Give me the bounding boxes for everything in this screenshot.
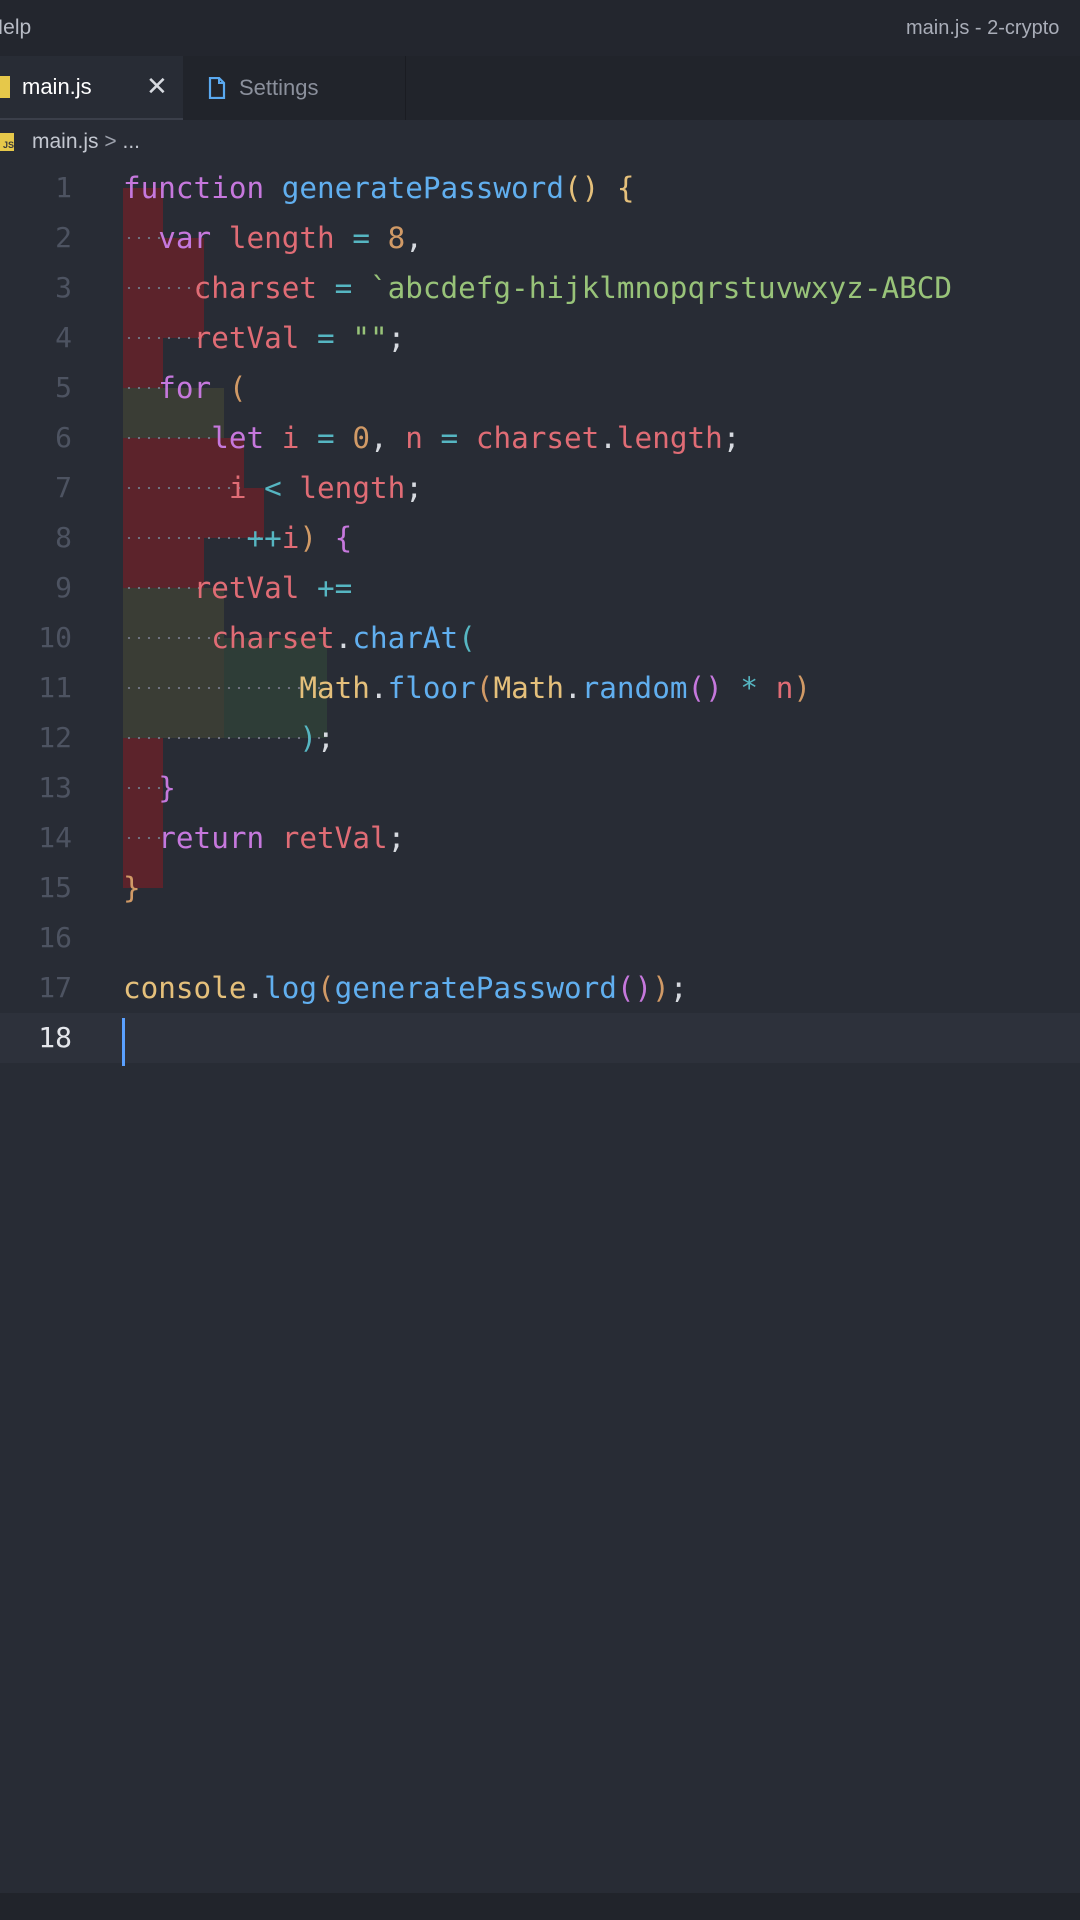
- line-number: 10: [38, 621, 72, 654]
- code-line: 10 charset.charAt(: [0, 613, 1080, 663]
- code-line: 5 for (: [0, 363, 1080, 413]
- code-line: 6 let i = 0, n = charset.length;: [0, 413, 1080, 463]
- code-text: return retVal;: [158, 821, 406, 855]
- line-number: 8: [55, 521, 72, 554]
- code-line: 2 var length = 8,: [0, 213, 1080, 263]
- tab-settings[interactable]: Settings: [183, 56, 406, 120]
- code-line: 12 );: [0, 713, 1080, 763]
- window-title: main.js - 2-crypto: [906, 17, 1060, 39]
- line-number: 5: [55, 371, 72, 404]
- code-text: charset = `abcdefg-hijklmnopqrstuvwxyz-A…: [193, 271, 953, 305]
- code-text: retVal +=: [193, 571, 353, 605]
- status-bar: [0, 1893, 1080, 1920]
- line-number: 1: [55, 171, 72, 204]
- breadcrumb-symbols[interactable]: ...: [122, 130, 140, 153]
- code-text: function generatePassword() {: [123, 171, 635, 205]
- close-icon[interactable]: ✕: [146, 73, 168, 99]
- code-text: ++i) {: [246, 521, 353, 555]
- line-number: 9: [55, 571, 72, 604]
- tab-main-js[interactable]: main.js ✕: [0, 56, 183, 120]
- tab-bar: main.js ✕ Settings: [0, 56, 1080, 120]
- code-line: 15 }: [0, 863, 1080, 913]
- line-number: 18: [38, 1021, 72, 1054]
- code-text: let i = 0, n = charset.length;: [211, 421, 741, 455]
- code-line: 11 Math.floor(Math.random() * n): [0, 663, 1080, 713]
- code-text: for (: [158, 371, 247, 405]
- code-line: 8 ++i) {: [0, 513, 1080, 563]
- line-number: 7: [55, 471, 72, 504]
- code-text: console.log(generatePassword());: [123, 971, 688, 1005]
- code-line: 9 retVal +=: [0, 563, 1080, 613]
- code-text: var length = 8,: [158, 221, 423, 255]
- code-line: 3 charset = `abcdefg-hijklmnopqrstuvwxyz…: [0, 263, 1080, 313]
- code-editor[interactable]: 1 function generatePassword() { 2 var le…: [0, 163, 1080, 1893]
- code-text: Math.floor(Math.random() * n): [299, 671, 811, 705]
- line-number: 11: [38, 671, 72, 704]
- js-file-icon: [0, 76, 10, 98]
- code-line: 1 function generatePassword() {: [0, 163, 1080, 213]
- code-line: 14 return retVal;: [0, 813, 1080, 863]
- code-line: 7 i < length;: [0, 463, 1080, 513]
- title-bar: Help main.js - 2-crypto: [0, 0, 1080, 56]
- line-number: 17: [38, 971, 72, 1004]
- code-line: 4 retVal = "";: [0, 313, 1080, 363]
- menu-help[interactable]: Help: [0, 16, 31, 40]
- line-number: 2: [55, 221, 72, 254]
- code-text: }: [158, 771, 176, 805]
- settings-file-icon: [208, 77, 226, 99]
- tab-label: Settings: [239, 75, 319, 100]
- code-line: 16: [0, 913, 1080, 963]
- js-file-icon: JS: [0, 133, 14, 151]
- tab-label: main.js: [22, 74, 92, 99]
- code-line: 13 }: [0, 763, 1080, 813]
- line-number: 14: [38, 821, 72, 854]
- line-number: 16: [38, 921, 72, 954]
- code-text: i < length;: [228, 471, 423, 505]
- line-number: 13: [38, 771, 72, 804]
- code-text: charset.charAt(: [211, 621, 476, 655]
- code-line: 17 console.log(generatePassword());: [0, 963, 1080, 1013]
- line-number: 12: [38, 721, 72, 754]
- line-number: 15: [38, 871, 72, 904]
- code-text: retVal = "";: [193, 321, 406, 355]
- line-number: 6: [55, 421, 72, 454]
- line-number: 3: [55, 271, 72, 304]
- breadcrumb-file[interactable]: main.js: [32, 130, 99, 153]
- code-line-current[interactable]: 18: [0, 1013, 1080, 1063]
- code-text: );: [299, 721, 335, 755]
- text-cursor: [122, 1018, 125, 1066]
- chevron-right-icon: >: [104, 130, 117, 153]
- code-text: }: [123, 871, 141, 905]
- breadcrumb: JS main.js > ...: [0, 120, 1080, 162]
- line-number: 4: [55, 321, 72, 354]
